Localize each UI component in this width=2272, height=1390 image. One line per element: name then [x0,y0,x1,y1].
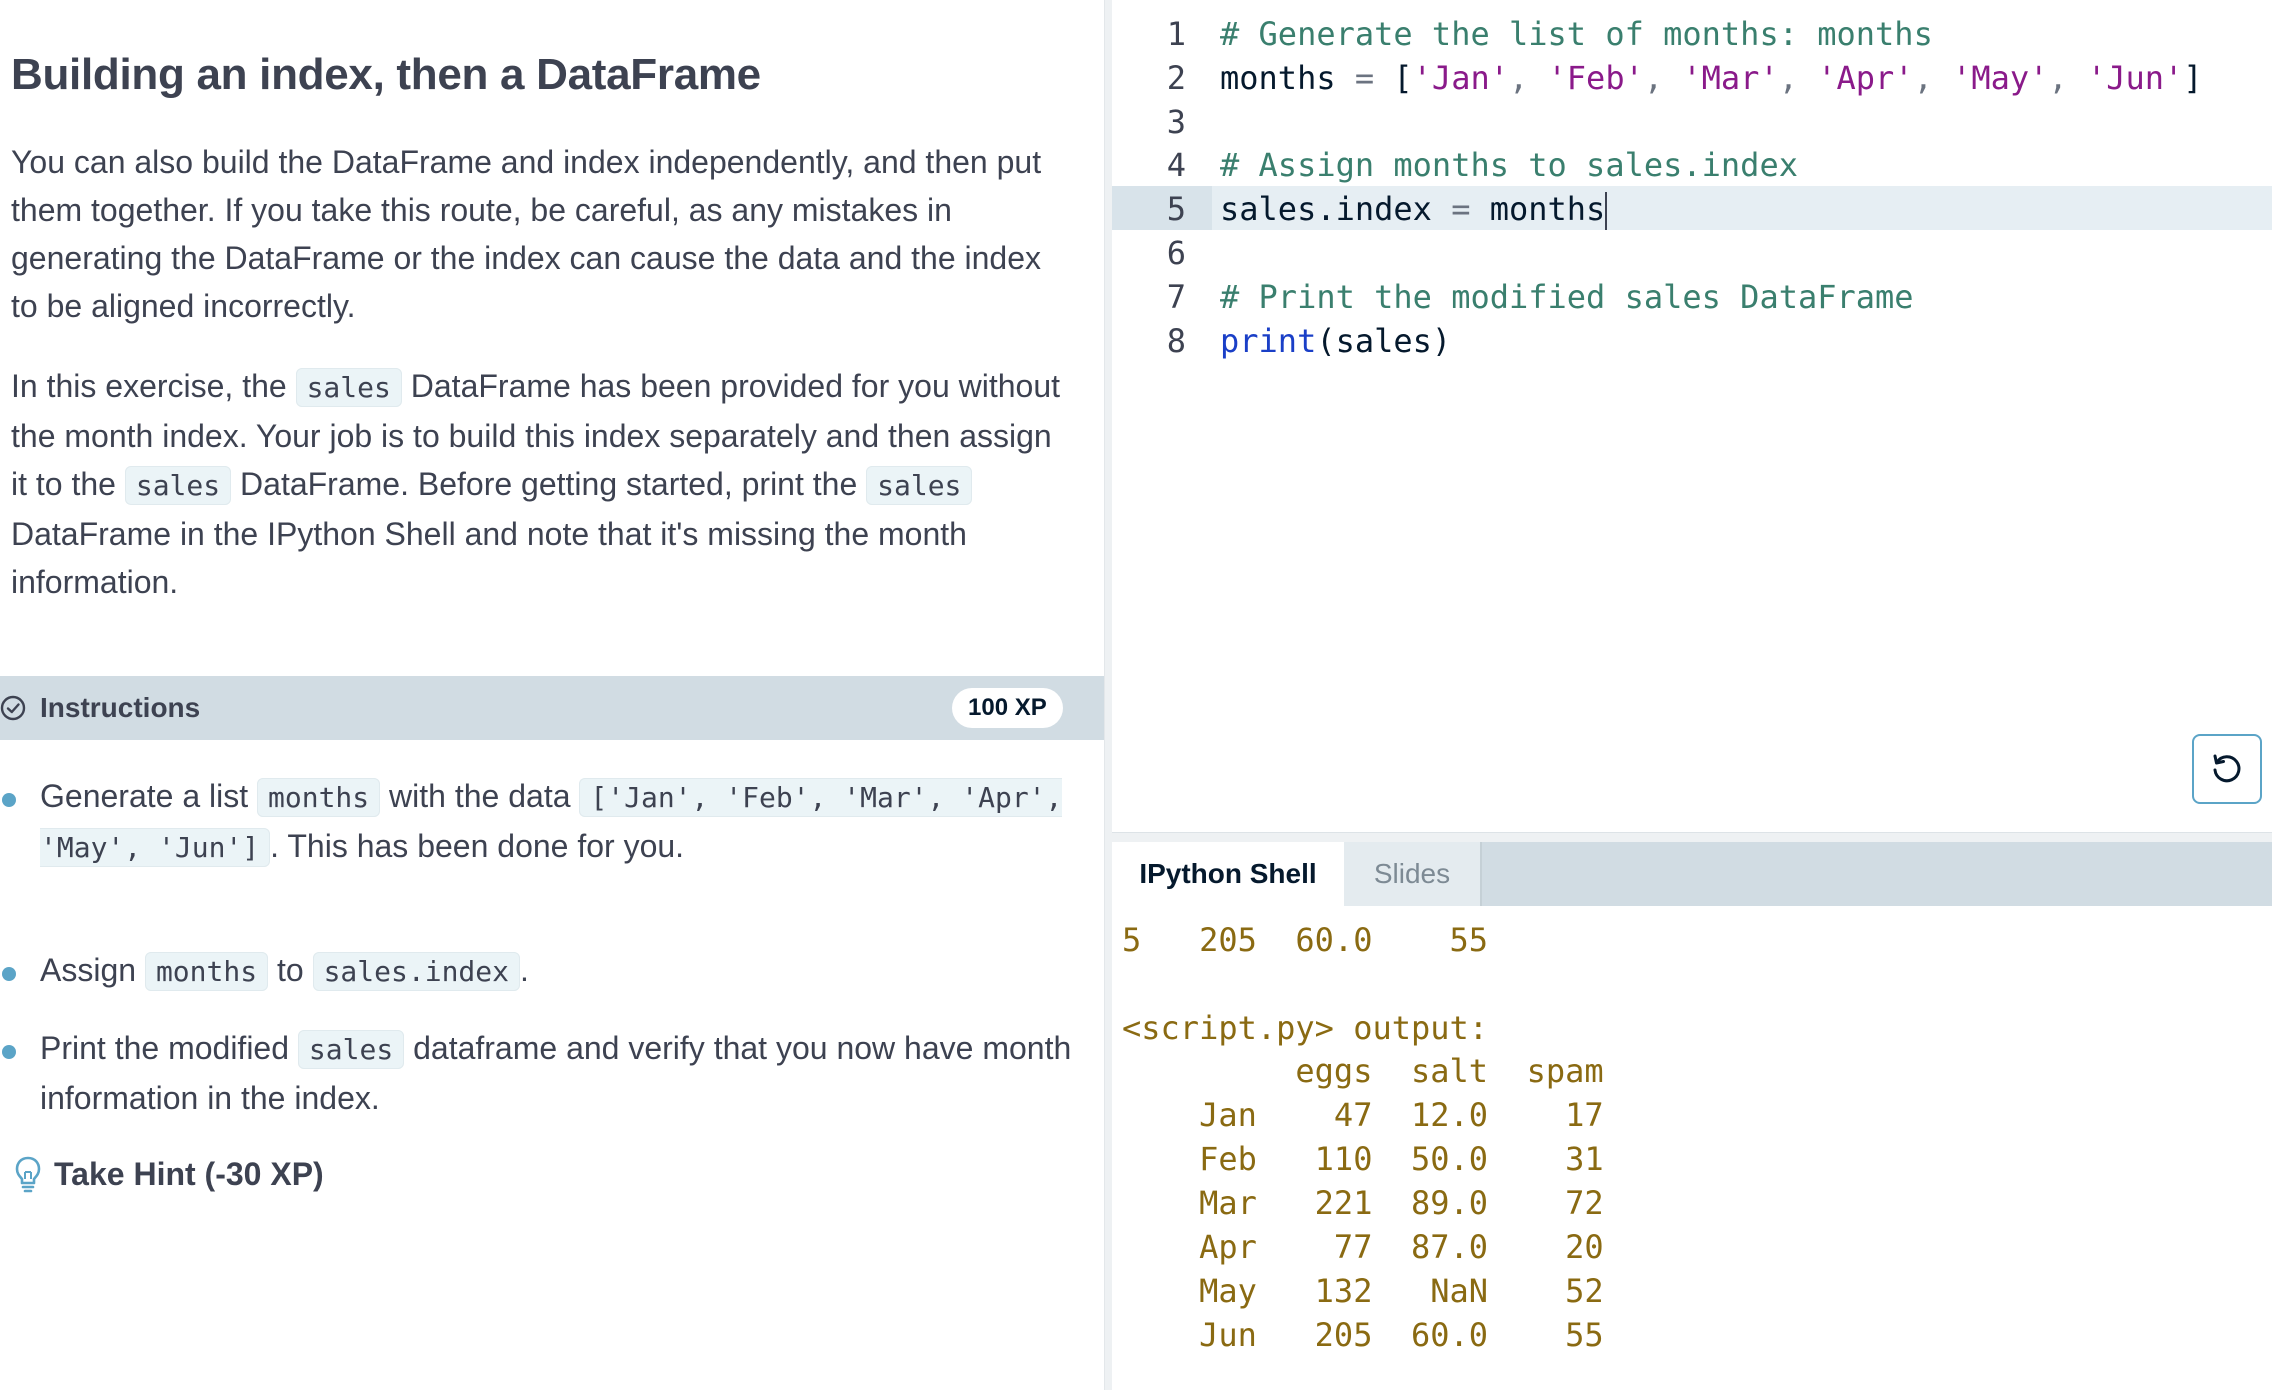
instruction-item: Print the modified sales dataframe and v… [40,1030,1072,1116]
shell-line: 5 205 60.0 55 [1122,921,1489,959]
reset-icon [2213,754,2241,783]
bullet-dot [2,1045,16,1059]
exercise-panel: Building an index, then a DataFrame You … [0,0,1104,1390]
shell-line: May 132 NaN 52 [1122,1272,1604,1310]
inline-code: sales [124,466,232,505]
line-number: 4 [1166,146,1186,184]
shell-resize-handle[interactable] [1112,832,2272,842]
tab-ipython-shell[interactable]: IPython Shell [1112,842,1344,906]
code-line-4: # Assign months to sales.index [1220,146,1798,184]
line-number: 8 [1166,322,1186,360]
exercise-context: In this exercise, the sales DataFrame ha… [11,368,1061,600]
xp-badge: 100 XP [952,688,1063,728]
reset-code-button[interactable] [2192,734,2262,804]
shell-line: Jun 205 60.0 55 [1122,1316,1604,1354]
code-line-1: # Generate the list of months: months [1220,15,1933,53]
shell-line: eggs salt spam [1122,1052,1604,1090]
check-circle-icon [0,695,26,721]
instruction-item: Assign months to sales.index. [40,946,1080,996]
bullet-dot [2,793,16,807]
shell-line: Mar 221 89.0 72 [1122,1184,1604,1222]
shell-line: <script.py> output: [1122,1009,1489,1047]
shell-line: Feb 110 50.0 31 [1122,1140,1604,1178]
line-number: 1 [1166,15,1186,53]
instructions-header: Instructions 100 XP [0,676,1104,740]
code-editor[interactable]: 1 2 3 4 5 6 7 8 # Generate the list of m… [1112,0,2272,832]
lightbulb-icon [15,1156,41,1193]
inline-code: months [257,778,381,817]
exercise-title: Building an index, then a DataFrame [11,50,761,99]
inline-code: sales.index [312,952,520,991]
shell-line: Apr 77 87.0 20 [1122,1228,1604,1266]
tab-slides[interactable]: Slides [1344,842,1482,906]
inline-code: sales [295,368,402,407]
inline-code: sales [297,1030,405,1069]
code-line-5: sales.index = months [1220,190,1608,230]
line-number: 3 [1166,103,1186,141]
line-number: 7 [1166,278,1186,316]
panel-resize-handle[interactable] [1104,0,1112,1390]
take-hint-button[interactable]: Take Hint (-30 XP) [12,1150,324,1198]
bullet-dot [2,967,16,981]
code-line-2: months = ['Jan', 'Feb', 'Mar', 'Apr', 'M… [1220,59,2203,97]
line-number: 6 [1166,234,1186,272]
ipython-shell-output[interactable]: 5 205 60.0 55 <script.py> output: eggs s… [1112,906,2272,1390]
inline-code: sales [866,466,973,505]
code-line-8: print(sales) [1220,322,1452,360]
shell-line: Jan 47 12.0 17 [1122,1096,1604,1134]
line-number: 5 [1166,190,1186,228]
line-number: 2 [1166,59,1186,97]
text-cursor [1605,192,1608,230]
inline-code: months [144,952,269,991]
instruction-item: Generate a list months with the data ['J… [40,772,1080,872]
code-line-7: # Print the modified sales DataFrame [1220,278,1914,316]
instructions-label: Instructions [40,692,201,723]
exercise-description: You can also build the DataFrame and ind… [11,144,1042,324]
take-hint-label: Take Hint (-30 XP) [54,1155,324,1192]
shell-tab-bar: IPython Shell Slides [1112,842,2272,906]
